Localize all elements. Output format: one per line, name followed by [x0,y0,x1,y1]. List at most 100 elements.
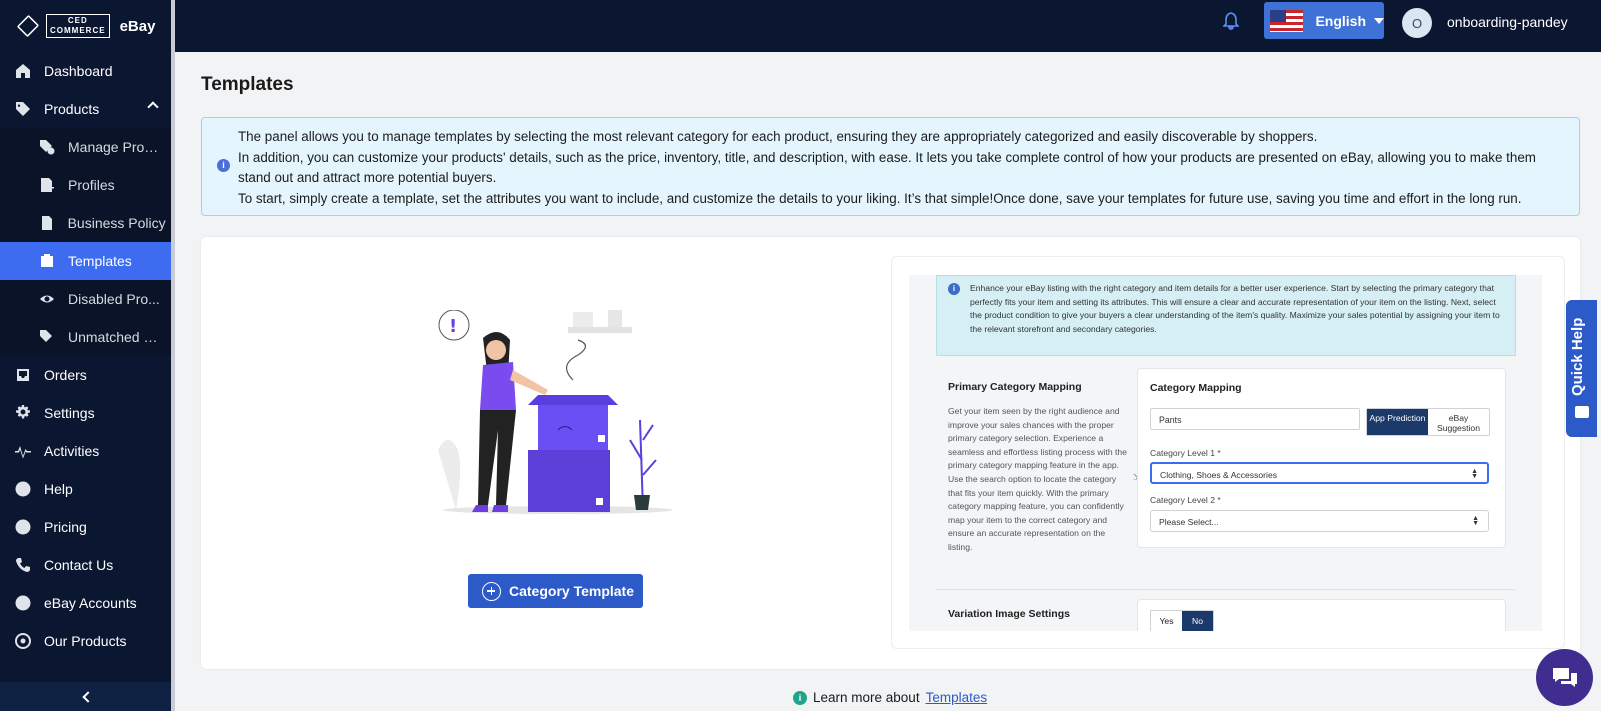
preview-app-prediction: App Prediction [1367,409,1428,435]
updown-arrows-icon: ▲ ▼ [1472,515,1479,527]
plus-circle-icon [482,581,501,601]
page-title: Templates [201,74,294,95]
info-banner: i The panel allows you to manage templat… [201,117,1580,216]
bell-icon[interactable] [1223,12,1239,30]
sidebar-item-label: Disabled Pro... [68,291,160,307]
sidebar-item-label: Manage Prod... [68,139,163,155]
sidebar: CED COMMERCE eBay Dashboard Products Man… [0,0,175,711]
sidebar-item-label: Profiles [68,177,115,193]
sidebar-item-label: Products [44,101,100,117]
info-icon: i [217,159,230,172]
help-icon [14,480,32,498]
chat-icon [1552,667,1577,687]
activity-icon [14,442,32,460]
gear-icon [14,404,32,422]
us-flag-icon [1270,9,1304,32]
sidebar-item-contact-us[interactable]: Contact Us [0,546,175,584]
quick-help-tab[interactable]: Quick Help [1566,300,1597,437]
inbox-icon [14,366,32,384]
top-navbar: English O onboarding-pandey [175,0,1601,52]
sidebar-item-label: Dashboard [44,63,113,79]
document-icon [38,214,56,232]
preview-divider [936,589,1516,590]
chevron-up-icon[interactable] [147,101,159,113]
sidebar-collapse-button[interactable] [0,682,171,711]
user-icon [14,594,32,612]
tag-icon [14,100,32,118]
avatar[interactable]: O [1402,8,1432,38]
preview-variation-panel: Yes No [1137,599,1506,631]
sidebar-item-dashboard[interactable]: Dashboard [0,52,175,90]
chat-bubble-icon [1575,406,1589,418]
sidebar-item-label: Templates [68,253,132,269]
svg-text:!: ! [449,316,457,337]
username[interactable]: onboarding-pandey [1447,14,1568,30]
preview-no: No [1182,611,1213,631]
sidebar-item-label: Contact Us [44,557,114,573]
sidebar-item-manage-products[interactable]: Manage Prod... [0,128,175,166]
preview-mapping-title: Category Mapping [1150,382,1242,394]
sidebar-item-label: eBay Accounts [44,595,137,611]
language-label: English [1315,12,1366,29]
empty-state-illustration: ! [438,310,673,514]
home-icon [14,62,32,80]
preview-info-banner: i Enhance your eBay listing with the rig… [936,275,1516,356]
preview-level1-label: Category Level 1 * [1150,448,1221,458]
sidebar-item-label: Our Products [44,633,127,649]
sidebar-item-business-policy[interactable]: Business Policy [0,204,175,242]
sidebar-item-profiles[interactable]: Profiles [0,166,175,204]
live-chat-button[interactable] [1536,649,1593,706]
sidebar-item-templates[interactable]: Templates [0,242,175,280]
language-selector[interactable]: English [1264,2,1384,39]
preview-yes-no-toggle: Yes No [1150,610,1214,631]
sidebar-item-pricing[interactable]: Pricing [0,508,175,546]
sidebar-scrollbar[interactable] [171,0,175,711]
sidebar-item-label: Business Policy [67,215,166,231]
cedcommerce-logo-icon [16,14,40,38]
learn-more: i Learn more about Templates [793,690,987,705]
preview-primary-description: Get your item seen by the right audience… [948,406,1127,552]
preview-info-text: Enhance your eBay listing with the right… [970,283,1500,334]
preview-yes: Yes [1159,616,1174,626]
caret-down-icon [1374,17,1384,24]
info-line-2: In addition, you can customize your prod… [238,149,1536,186]
preview-variation-title: Variation Image Settings [948,608,1070,620]
sidebar-item-label: Help [44,481,73,497]
app-logo[interactable]: CED COMMERCE eBay [0,0,175,52]
template-preview-screenshot: i Enhance your eBay listing with the rig… [909,275,1542,631]
preview-level2-select: Please Select... ▲ ▼ [1150,510,1489,532]
template-icon [38,252,56,270]
category-template-label: Category Template [509,583,634,599]
sidebar-item-label: Activities [44,443,100,459]
gear-tag-icon [38,138,56,156]
eye-off-icon [38,290,56,308]
chevron-left-icon [81,690,94,703]
sidebar-item-settings[interactable]: Settings [0,394,175,432]
sidebar-item-label: Settings [44,405,95,421]
sidebar-item-disabled-products[interactable]: Disabled Pro... [0,280,175,318]
category-template-button[interactable]: Category Template [468,574,643,608]
sidebar-item-help[interactable]: Help [0,470,175,508]
preview-level2-label: Category Level 2 * [1150,495,1221,505]
preview-search-field: Pants [1150,408,1360,430]
sidebar-item-label: Pricing [44,519,87,535]
cedcommerce-logo-text: CED COMMERCE [46,14,110,38]
sidebar-item-label: Orders [44,367,87,383]
info-line-3: To start, simply create a template, set … [238,190,1522,206]
preview-level1-select: Clothing, Shoes & Accessories ▲ ▼ [1150,462,1489,484]
sidebar-item-orders[interactable]: Orders [0,356,175,394]
preview-category-mapping-panel: Category Mapping Pants App Prediction eB… [1137,368,1506,548]
updown-arrows-icon: ▲ ▼ [1471,468,1478,480]
sidebar-item-our-products[interactable]: Our Products [0,622,175,660]
learn-more-text: Learn more about [813,690,920,705]
preview-primary-title: Primary Category Mapping [948,381,1082,393]
dollar-icon [14,518,32,536]
sidebar-item-unmatched-products[interactable]: Unmatched Pr... [0,318,175,356]
quick-help-label: Quick Help [1569,317,1586,396]
sidebar-item-label: Unmatched Pr... [68,329,163,345]
templates-link[interactable]: Templates [926,690,988,705]
sidebar-item-ebay-accounts[interactable]: eBay Accounts [0,584,175,622]
preview-prediction-toggle: App Prediction eBay Suggestion [1366,408,1490,436]
sidebar-item-products[interactable]: Products [0,90,175,128]
sidebar-item-activities[interactable]: Activities [0,432,175,470]
